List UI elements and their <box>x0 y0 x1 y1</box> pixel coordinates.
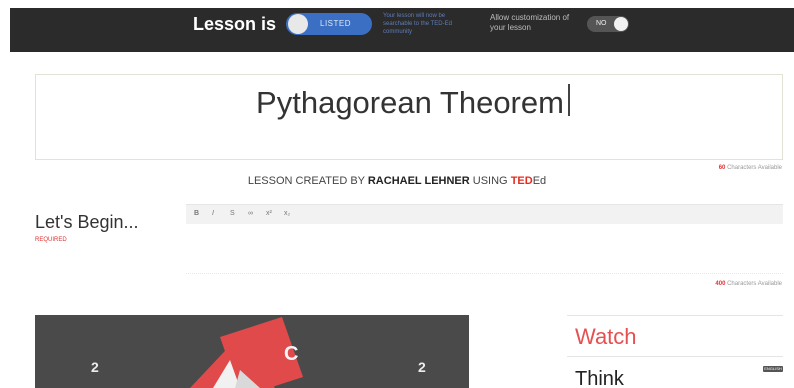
title-chars-count: 60 <box>718 165 726 171</box>
subscript-button[interactable]: x₂ <box>284 210 290 217</box>
side-label-b: 2 <box>418 359 426 375</box>
italic-button[interactable]: I <box>212 210 214 217</box>
rich-text-toolbar: B I S ∞ x² x₂ <box>186 204 783 224</box>
lesson-title-input[interactable]: Pythagorean Theorem <box>35 74 783 160</box>
tab-think[interactable]: Think <box>567 358 783 388</box>
customization-note: Allow customization of your lesson <box>490 13 570 32</box>
superscript-button[interactable]: x² <box>266 210 272 217</box>
title-characters-available: 60 Characters Available <box>719 165 782 171</box>
title-chars-label: Characters Available <box>727 165 782 171</box>
customization-toggle[interactable]: NO <box>587 16 629 32</box>
customization-toggle-label: NO <box>596 20 607 27</box>
toggle-knob <box>288 14 308 34</box>
credit-using: USING <box>472 175 508 187</box>
required-label: REQUIRED <box>35 237 67 243</box>
listed-toggle-label: LISTED <box>320 19 352 28</box>
tab-think-label: Think <box>575 368 624 388</box>
toggle-knob <box>614 17 628 31</box>
ed-logo-text: Ed <box>532 175 547 187</box>
link-button[interactable]: ∞ <box>248 210 253 217</box>
lesson-is-label: Lesson is <box>193 14 277 34</box>
lets-begin-editor[interactable] <box>186 224 783 274</box>
text-caret <box>568 84 570 116</box>
credit-author[interactable]: RACHAEL LEHNER <box>368 175 470 187</box>
ted-logo-text: TED <box>510 175 533 187</box>
side-label-a: 2 <box>91 359 99 375</box>
begin-chars-label: Characters Available <box>727 281 782 287</box>
lesson-editor-page: Lesson is LISTED Your lesson will now be… <box>0 0 794 388</box>
listed-note: Your lesson will now be searchable to th… <box>383 13 452 35</box>
bold-button[interactable]: B <box>194 210 199 217</box>
begin-chars-count: 400 <box>715 281 726 287</box>
hypotenuse-label: C <box>284 343 299 365</box>
strikethrough-button[interactable]: S <box>230 210 235 217</box>
credit-prefix: LESSON CREATED BY <box>247 175 365 187</box>
language-badge[interactable]: ENGLISH <box>763 366 783 372</box>
begin-characters-available: 400 Characters Available <box>715 281 782 287</box>
lesson-credit: LESSON CREATED BY RACHAEL LEHNER USING T… <box>0 175 794 187</box>
lesson-video-player[interactable]: 2 C 2 <box>35 315 469 388</box>
pythagorean-diagram-graphic <box>190 317 303 388</box>
lets-begin-label: Let's Begin... <box>35 212 139 232</box>
listed-toggle[interactable]: LISTED <box>286 13 372 35</box>
tab-watch[interactable]: Watch <box>567 315 783 357</box>
lesson-title-text: Pythagorean Theorem <box>256 85 564 120</box>
tab-watch-label: Watch <box>575 324 637 349</box>
